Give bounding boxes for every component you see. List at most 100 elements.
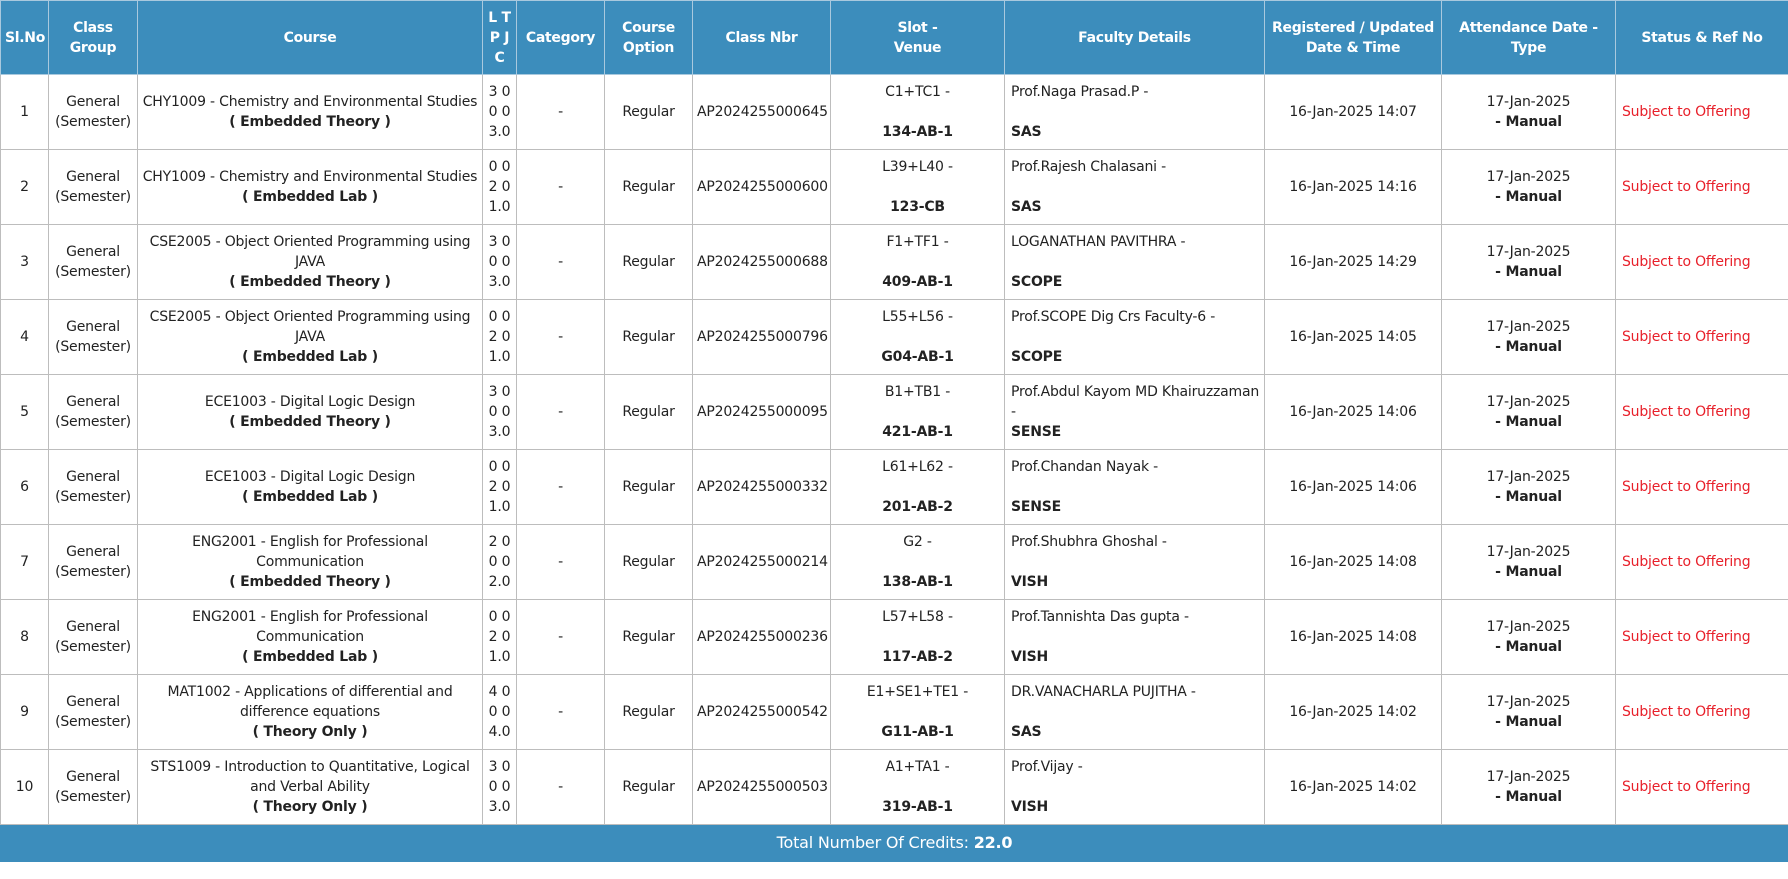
cell-class-group: General (Semester) [48, 299, 138, 375]
cell-category: - [516, 749, 605, 825]
course-title: CSE2005 - Object Oriented Programming us… [149, 234, 471, 270]
cell-ltpjc: 3 00 0 3.0 [482, 224, 517, 300]
cell-registered: 16-Jan-2025 14:05 [1264, 299, 1442, 375]
cell-ltpjc: 0 02 0 1.0 [482, 449, 517, 525]
cell-attendance: 17-Jan-2025- Manual [1441, 374, 1616, 450]
table-row: 7 General (Semester) ENG2001 - English for … [0, 524, 1788, 600]
table-row: 5 General (Semester) ECE1003 - Digital Logi… [0, 374, 1788, 450]
cell-registered: 16-Jan-2025 14:02 [1264, 749, 1442, 825]
cell-class-group: General (Semester) [48, 599, 138, 675]
cell-class-nbr: AP2024255000214 [692, 524, 831, 600]
table-row: 9 General (Semester) MAT1002 - Applications… [0, 674, 1788, 750]
cell-status: Subject to Offering [1615, 749, 1788, 825]
cell-category: - [516, 299, 605, 375]
cell-class-nbr: AP2024255000095 [692, 374, 831, 450]
status-text: Subject to Offering [1622, 329, 1751, 345]
cell-class-group: General (Semester) [48, 449, 138, 525]
venue: G11-AB-1 [881, 724, 954, 740]
cell-course-option: Regular [604, 299, 693, 375]
cell-registered: 16-Jan-2025 14:07 [1264, 74, 1442, 150]
cell-status: Subject to Offering [1615, 374, 1788, 450]
cell-slot-venue: F1+TF1 - 409-AB-1 [830, 224, 1005, 300]
venue: 138-AB-1 [882, 574, 953, 590]
cell-faculty: Prof.Rajesh Chalasani - SAS [1004, 149, 1265, 225]
slot: F1+TF1 - [886, 234, 949, 250]
venue: 201-AB-2 [882, 499, 953, 515]
course-type: ( Theory Only ) [252, 724, 368, 740]
cell-slno: 7 [0, 524, 49, 600]
slot: C1+TC1 - [885, 84, 950, 100]
venue: 409-AB-1 [882, 274, 953, 290]
course-title: CSE2005 - Object Oriented Programming us… [149, 309, 471, 345]
cell-course: CHY1009 - Chemistry and Environmental St… [137, 149, 483, 225]
cell-slot-venue: L39+L40 - 123-CB [830, 149, 1005, 225]
cell-faculty: Prof.Shubhra Ghoshal - VISH [1004, 524, 1265, 600]
cell-status: Subject to Offering [1615, 449, 1788, 525]
cell-registered: 16-Jan-2025 14:06 [1264, 374, 1442, 450]
course-type: ( Embedded Theory ) [229, 274, 391, 290]
cell-slno: 9 [0, 674, 49, 750]
course-type: ( Embedded Theory ) [229, 574, 391, 590]
cell-status: Subject to Offering [1615, 149, 1788, 225]
status-text: Subject to Offering [1622, 404, 1751, 420]
cell-faculty: Prof.SCOPE Dig Crs Faculty-6 - SCOPE [1004, 299, 1265, 375]
cell-ltpjc: 0 02 0 1.0 [482, 149, 517, 225]
course-type: ( Embedded Lab ) [242, 489, 378, 505]
cell-class-nbr: AP2024255000600 [692, 149, 831, 225]
cell-attendance: 17-Jan-2025- Manual [1441, 599, 1616, 675]
table-row: 6 General (Semester) ECE1003 - Digital Logi… [0, 449, 1788, 525]
cell-course: CSE2005 - Object Oriented Programming us… [137, 224, 483, 300]
slot: B1+TB1 - [884, 384, 951, 400]
course-type: ( Embedded Lab ) [242, 349, 378, 365]
cell-class-group: General (Semester) [48, 374, 138, 450]
cell-course: ENG2001 - English for Professional Commu… [137, 599, 483, 675]
cell-course-option: Regular [604, 674, 693, 750]
venue: 134-AB-1 [882, 124, 953, 140]
cell-category: - [516, 449, 605, 525]
faculty-name: Prof.SCOPE Dig Crs Faculty-6 - [1011, 309, 1216, 325]
faculty-name: Prof.Rajesh Chalasani - [1011, 159, 1166, 175]
cell-slot-venue: L57+L58 - 117-AB-2 [830, 599, 1005, 675]
course-type: ( Embedded Lab ) [242, 649, 378, 665]
cell-attendance: 17-Jan-2025- Manual [1441, 749, 1616, 825]
cell-attendance: 17-Jan-2025- Manual [1441, 224, 1616, 300]
header-course-option: Course Option [604, 0, 693, 75]
status-text: Subject to Offering [1622, 479, 1751, 495]
cell-course: CSE2005 - Object Oriented Programming us… [137, 299, 483, 375]
slot: A1+TA1 - [885, 759, 950, 775]
header-attendance: Attendance Date - Type [1441, 0, 1616, 75]
faculty-school: VISH [1011, 799, 1049, 815]
total-credits-value: 22.0 [973, 833, 1013, 852]
cell-course-option: Regular [604, 449, 693, 525]
cell-class-nbr: AP2024255000503 [692, 749, 831, 825]
cell-registered: 16-Jan-2025 14:29 [1264, 224, 1442, 300]
cell-slot-venue: L61+L62 - 201-AB-2 [830, 449, 1005, 525]
cell-registered: 16-Jan-2025 14:02 [1264, 674, 1442, 750]
cell-course: ENG2001 - English for Professional Commu… [137, 524, 483, 600]
course-title: CHY1009 - Chemistry and Environmental St… [142, 94, 478, 110]
course-type: ( Theory Only ) [252, 799, 368, 815]
faculty-name: Prof.Vijay - [1011, 759, 1083, 775]
cell-class-nbr: AP2024255000236 [692, 599, 831, 675]
cell-course-option: Regular [604, 749, 693, 825]
faculty-name: Prof.Abdul Kayom MD Khairuzzaman - [1011, 384, 1260, 420]
table-row: 1 General (Semester) CHY1009 - Chemistry an… [0, 74, 1788, 150]
course-title: ENG2001 - English for Professional Commu… [192, 609, 428, 645]
faculty-name: Prof.Naga Prasad.P - [1011, 84, 1149, 100]
cell-slot-venue: G2 - 138-AB-1 [830, 524, 1005, 600]
course-type: ( Embedded Theory ) [229, 414, 391, 430]
cell-category: - [516, 224, 605, 300]
cell-class-group: General (Semester) [48, 749, 138, 825]
venue: 117-AB-2 [882, 649, 953, 665]
cell-slot-venue: A1+TA1 - 319-AB-1 [830, 749, 1005, 825]
cell-faculty: Prof.Abdul Kayom MD Khairuzzaman - SENSE [1004, 374, 1265, 450]
header-registered: Registered / Updated Date & Time [1264, 0, 1442, 75]
cell-slno: 10 [0, 749, 49, 825]
status-text: Subject to Offering [1622, 704, 1751, 720]
faculty-school: VISH [1011, 649, 1049, 665]
faculty-name: Prof.Shubhra Ghoshal - [1011, 534, 1167, 550]
header-slot-venue: Slot - Venue [830, 0, 1005, 75]
cell-slno: 3 [0, 224, 49, 300]
cell-category: - [516, 524, 605, 600]
cell-course-option: Regular [604, 374, 693, 450]
